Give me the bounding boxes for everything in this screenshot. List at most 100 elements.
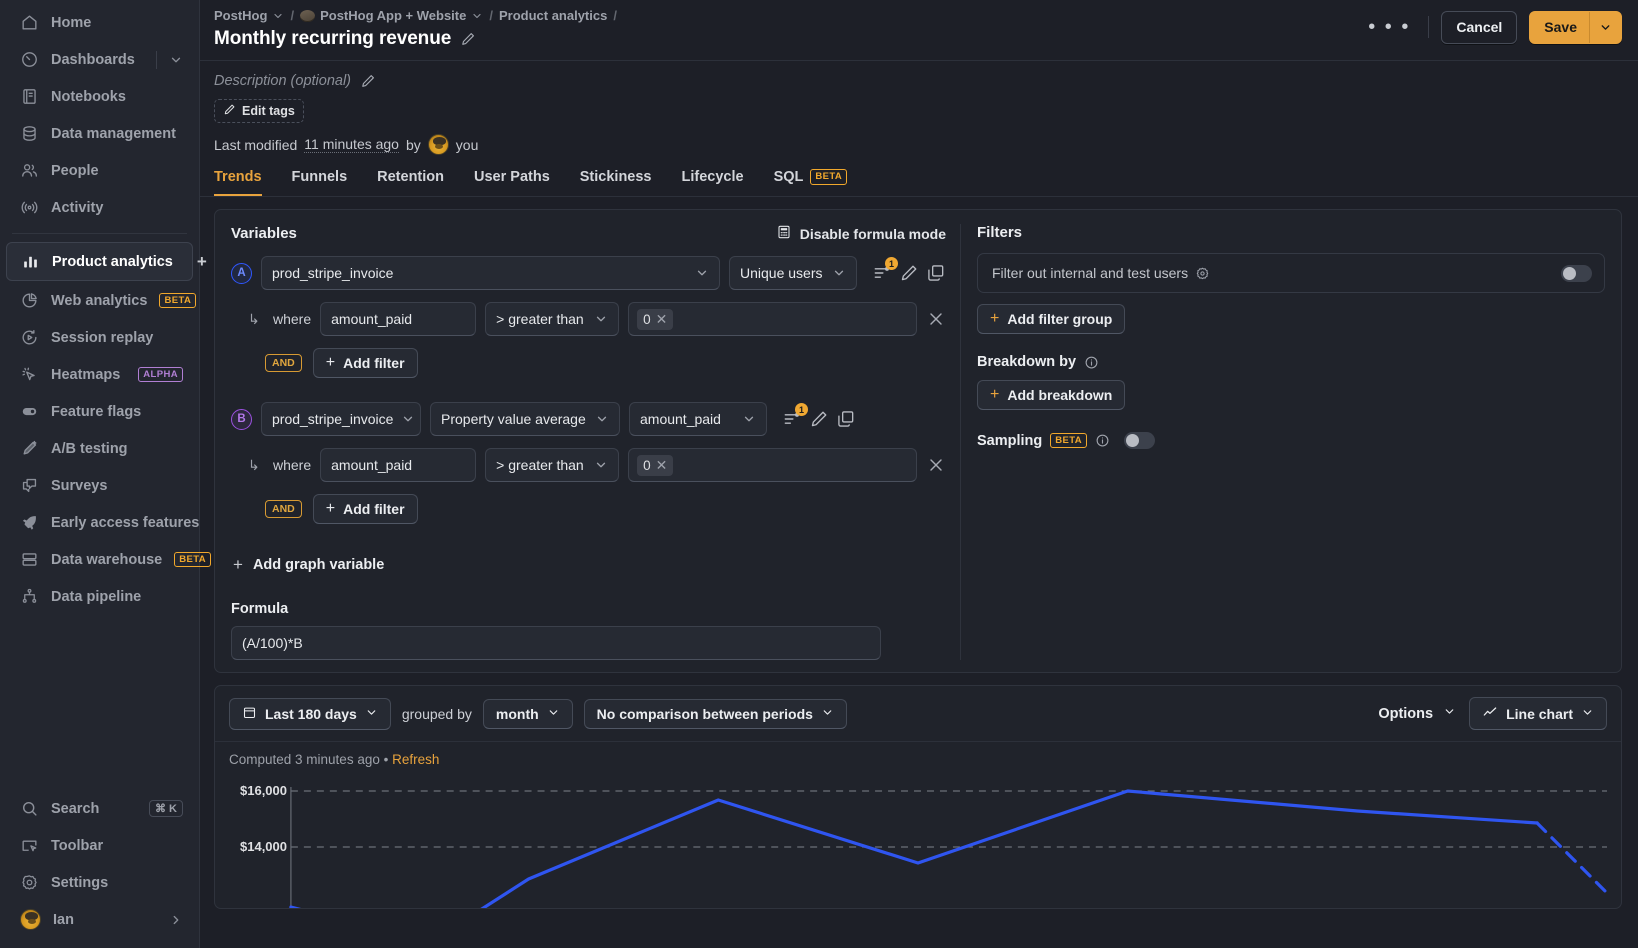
breadcrumb-item-organization[interactable]: PostHog — [214, 8, 284, 23]
avatar — [427, 134, 449, 155]
sidebar-item-notebooks[interactable]: Notebooks — [6, 78, 193, 115]
chevron-down-icon — [1581, 706, 1594, 722]
internal-users-toggle[interactable] — [1561, 264, 1592, 282]
tab-funnels[interactable]: Funnels — [292, 169, 348, 196]
breadcrumb-label: Product analytics — [498, 8, 608, 23]
remove-value-icon[interactable]: ✕ — [656, 311, 668, 328]
tab-stickiness[interactable]: Stickiness — [580, 169, 652, 196]
series-b-filter-operator[interactable]: > greater than — [485, 448, 620, 482]
series-b-add-filter-button[interactable]: + Add filter — [312, 494, 418, 524]
more-options-button[interactable]: • • • — [1362, 17, 1416, 37]
beta-tag: BETA — [159, 292, 197, 309]
last-modified-prefix: Last modified — [214, 136, 298, 153]
pie-chart-icon — [20, 291, 39, 310]
series-a-filter-value[interactable]: 0 ✕ — [628, 302, 917, 336]
sidebar-item-search[interactable]: Search ⌘ K — [6, 790, 193, 827]
sidebar-item-surveys[interactable]: Surveys — [6, 467, 193, 504]
sidebar-item-user[interactable]: Ian — [6, 901, 193, 938]
chevron-right-icon[interactable] — [169, 913, 183, 927]
sidebar-item-ab-testing[interactable]: A/B testing — [6, 430, 193, 467]
tab-retention[interactable]: Retention — [377, 169, 444, 196]
tab-trends[interactable]: Trends — [214, 169, 262, 196]
sidebar-item-feature-flags[interactable]: Feature flags — [6, 393, 193, 430]
series-b-filter-value[interactable]: 0 ✕ — [628, 448, 917, 482]
series-b-rename-pencil-icon[interactable] — [809, 409, 829, 429]
chevron-down-icon[interactable] — [169, 53, 183, 67]
formula-label: Formula — [231, 601, 289, 617]
series-b-event-select[interactable]: prod_stripe_invoice — [261, 402, 421, 436]
series-b-duplicate-icon[interactable] — [836, 409, 856, 429]
chevron-down-icon — [547, 706, 560, 722]
tab-label: Retention — [377, 169, 444, 185]
info-icon[interactable] — [1095, 433, 1110, 448]
description-row[interactable]: Description (optional) — [214, 73, 1622, 89]
series-a-event-select[interactable]: prod_stripe_invoice — [261, 256, 720, 290]
add-graph-variable-button[interactable]: + Add graph variable — [231, 550, 386, 579]
edit-title-pencil-icon[interactable] — [460, 31, 476, 47]
series-a-math-select[interactable]: Unique users — [729, 256, 857, 290]
series-b-filter-icon[interactable]: 1 — [782, 403, 808, 429]
sidebar-item-settings[interactable]: Settings — [6, 864, 193, 901]
tab-sql[interactable]: SQL BETA — [774, 169, 848, 196]
sidebar-item-toolbar[interactable]: Toolbar — [6, 827, 193, 864]
internal-users-label: Filter out internal and test users — [992, 265, 1189, 281]
breakdown-title-row: Breakdown by — [977, 354, 1605, 370]
series-a-filter-property[interactable]: amount_paid — [320, 302, 477, 336]
add-filter-group-button[interactable]: + Add filter group — [977, 304, 1126, 334]
sidebar-item-data-management[interactable]: Data management — [6, 115, 193, 152]
save-button[interactable]: Save — [1529, 11, 1622, 44]
chevron-down-icon[interactable] — [1590, 14, 1621, 41]
date-range-select[interactable]: Last 180 days — [229, 697, 391, 730]
series-a-duplicate-icon[interactable] — [926, 263, 946, 283]
last-modified-time[interactable]: 11 minutes ago — [304, 136, 399, 153]
tab-label: Stickiness — [579, 169, 652, 185]
server-icon — [20, 550, 39, 569]
sidebar-item-dashboards[interactable]: Dashboards — [6, 41, 193, 78]
plus-icon[interactable]: + — [197, 253, 207, 270]
options-button[interactable]: Options — [1376, 699, 1458, 728]
sidebar-item-label: Early access features — [51, 514, 200, 531]
remove-value-icon[interactable]: ✕ — [656, 457, 668, 474]
disable-formula-mode-button[interactable]: Disable formula mode — [776, 224, 946, 243]
info-icon[interactable] — [1084, 355, 1099, 370]
date-range-value: Last 180 days — [265, 705, 357, 722]
sidebar-item-session-replay[interactable]: Session replay — [6, 319, 193, 356]
cancel-button[interactable]: Cancel — [1441, 11, 1518, 44]
edit-description-pencil-icon[interactable] — [360, 73, 376, 89]
sidebar-item-product-analytics[interactable]: Product analytics + — [6, 242, 207, 281]
series-a-add-filter-button[interactable]: + Add filter — [312, 348, 418, 378]
gear-icon[interactable] — [1195, 266, 1210, 281]
sidebar-item-home[interactable]: Home — [6, 4, 193, 41]
series-b-filter-property[interactable]: amount_paid — [320, 448, 477, 482]
series-b-filter-value-pill: 0 ✕ — [637, 454, 674, 476]
sidebar-item-web-analytics[interactable]: Web analytics BETA — [6, 282, 197, 319]
trends-line-chart[interactable]: $16,000 $14,000 — [215, 773, 1621, 908]
add-breakdown-button[interactable]: + Add breakdown — [977, 380, 1126, 410]
sidebar-item-activity[interactable]: Activity — [6, 189, 193, 226]
tab-user-paths[interactable]: User Paths — [474, 169, 550, 196]
series-a-filter-icon[interactable]: 1 — [872, 257, 898, 283]
series-b-property-select[interactable]: amount_paid — [629, 402, 767, 436]
series-a-filter-operator[interactable]: > greater than — [485, 302, 620, 336]
sidebar-item-data-pipeline[interactable]: Data pipeline — [6, 578, 193, 615]
refresh-link[interactable]: Refresh — [392, 752, 439, 767]
interval-select[interactable]: month — [482, 698, 573, 729]
series-a-rename-pencil-icon[interactable] — [899, 263, 919, 283]
beta-tag: BETA — [174, 551, 211, 568]
sidebar-item-people[interactable]: People — [6, 152, 193, 189]
edit-tags-button[interactable]: Edit tags — [214, 99, 304, 123]
breadcrumb-item-product-analytics[interactable]: Product analytics — [499, 8, 607, 23]
series-b-math-select[interactable]: Property value average — [430, 402, 620, 436]
series-b-remove-filter-icon[interactable] — [926, 455, 946, 475]
formula-input[interactable]: (A/100)*B — [231, 626, 881, 660]
sidebar-divider — [12, 233, 187, 234]
sampling-toggle[interactable] — [1124, 432, 1156, 449]
series-a-remove-filter-icon[interactable] — [926, 309, 946, 329]
sidebar-item-early-access-features[interactable]: Early access features — [6, 504, 199, 541]
comparison-select[interactable]: No comparison between periods — [583, 698, 847, 729]
sidebar-item-data-warehouse[interactable]: Data warehouse BETA — [6, 541, 211, 578]
chart-type-select[interactable]: Line chart — [1469, 697, 1607, 730]
breadcrumb-item-project[interactable]: PostHog App + Website — [300, 8, 483, 23]
tab-lifecycle[interactable]: Lifecycle — [682, 169, 744, 196]
sidebar-item-heatmaps[interactable]: Heatmaps ALPHA — [6, 356, 193, 393]
